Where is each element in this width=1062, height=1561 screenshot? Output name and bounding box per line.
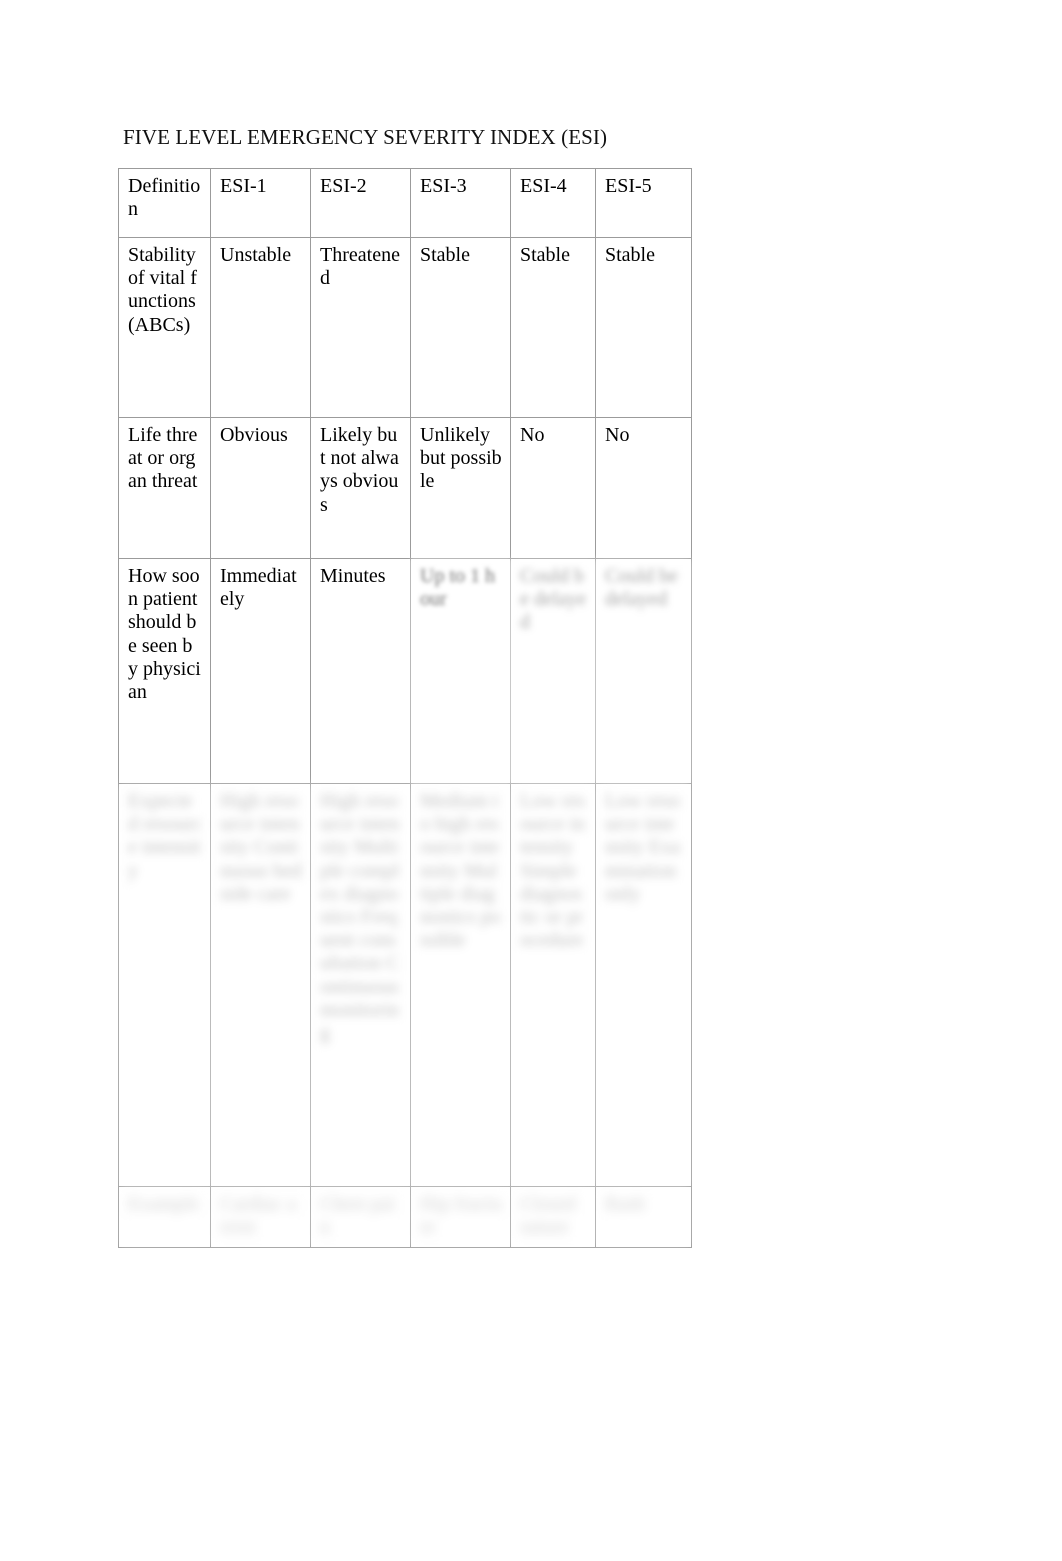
table-row: Life threat or organ threat Obvious Like…: [118, 417, 692, 559]
column-header-esi-4: ESI-4: [510, 168, 596, 238]
cell-resource-esi-3: Medium to high resource intensity Multip…: [410, 783, 511, 1187]
column-header-esi-1: ESI-1: [210, 168, 311, 238]
cell-resource-esi-1: High resource intensity Continuous bedsi…: [210, 783, 311, 1187]
row-label-life-threat: Life threat or organ threat: [118, 417, 211, 559]
cell-life-threat-esi-2: Likely but not always obvious: [310, 417, 411, 559]
cell-example-esi-2: Chest pain: [310, 1186, 411, 1248]
cell-life-threat-esi-4: No: [510, 417, 596, 559]
table-row: Example Cardiac arrest Chest pain Hip fr…: [118, 1186, 692, 1248]
cell-time-esi-4: Could be delayed: [510, 558, 596, 784]
cell-stability-esi-5: Stable: [595, 237, 692, 418]
cell-resource-esi-4: Low resource intensity Simple diagnostic…: [510, 783, 596, 1187]
cell-stability-esi-4: Stable: [510, 237, 596, 418]
row-label-time-to-physician: How soon patient should be seen by physi…: [118, 558, 211, 784]
column-header-esi-3: ESI-3: [410, 168, 511, 238]
cell-example-esi-3: Hip fracture: [410, 1186, 511, 1248]
cell-example-esi-4: Closed suture: [510, 1186, 596, 1248]
table-header-row: Definition ESI-1 ESI-2 ESI-3 ESI-4 ESI-5: [118, 168, 692, 238]
cell-example-esi-5: Rash: [595, 1186, 692, 1248]
row-label-stability: Stability of vital functions (ABCs): [118, 237, 211, 418]
cell-stability-esi-1: Unstable: [210, 237, 311, 418]
cell-time-esi-1: Immediately: [210, 558, 311, 784]
table-row: Stability of vital functions (ABCs) Unst…: [118, 237, 692, 418]
cell-stability-esi-2: Threatened: [310, 237, 411, 418]
cell-resource-esi-2: High resource intensity Multiple complex…: [310, 783, 411, 1187]
column-header-esi-5: ESI-5: [595, 168, 692, 238]
cell-resource-esi-5: Low resource intensity Examination only: [595, 783, 692, 1187]
table-row: Expected resource intensity High resourc…: [118, 783, 692, 1187]
cell-life-threat-esi-5: No: [595, 417, 692, 559]
esi-severity-table: Definition ESI-1 ESI-2 ESI-3 ESI-4 ESI-5…: [118, 168, 692, 1248]
cell-time-esi-2: Minutes: [310, 558, 411, 784]
column-header-esi-2: ESI-2: [310, 168, 411, 238]
document-page: FIVE LEVEL EMERGENCY SEVERITY INDEX (ESI…: [0, 0, 1062, 1561]
cell-time-esi-3: Up to 1 hour: [410, 558, 511, 784]
cell-example-esi-1: Cardiac arrest: [210, 1186, 311, 1248]
cell-time-esi-5: Could be delayed: [595, 558, 692, 784]
row-label-resource-intensity: Expected resource intensity: [118, 783, 211, 1187]
page-title: FIVE LEVEL EMERGENCY SEVERITY INDEX (ESI…: [123, 125, 608, 149]
row-label-example: Example: [118, 1186, 211, 1248]
cell-stability-esi-3: Stable: [410, 237, 511, 418]
column-header-definition: Definition: [118, 168, 211, 238]
cell-life-threat-esi-3: Unlikely but possible: [410, 417, 511, 559]
table-row: How soon patient should be seen by physi…: [118, 558, 692, 784]
cell-life-threat-esi-1: Obvious: [210, 417, 311, 559]
